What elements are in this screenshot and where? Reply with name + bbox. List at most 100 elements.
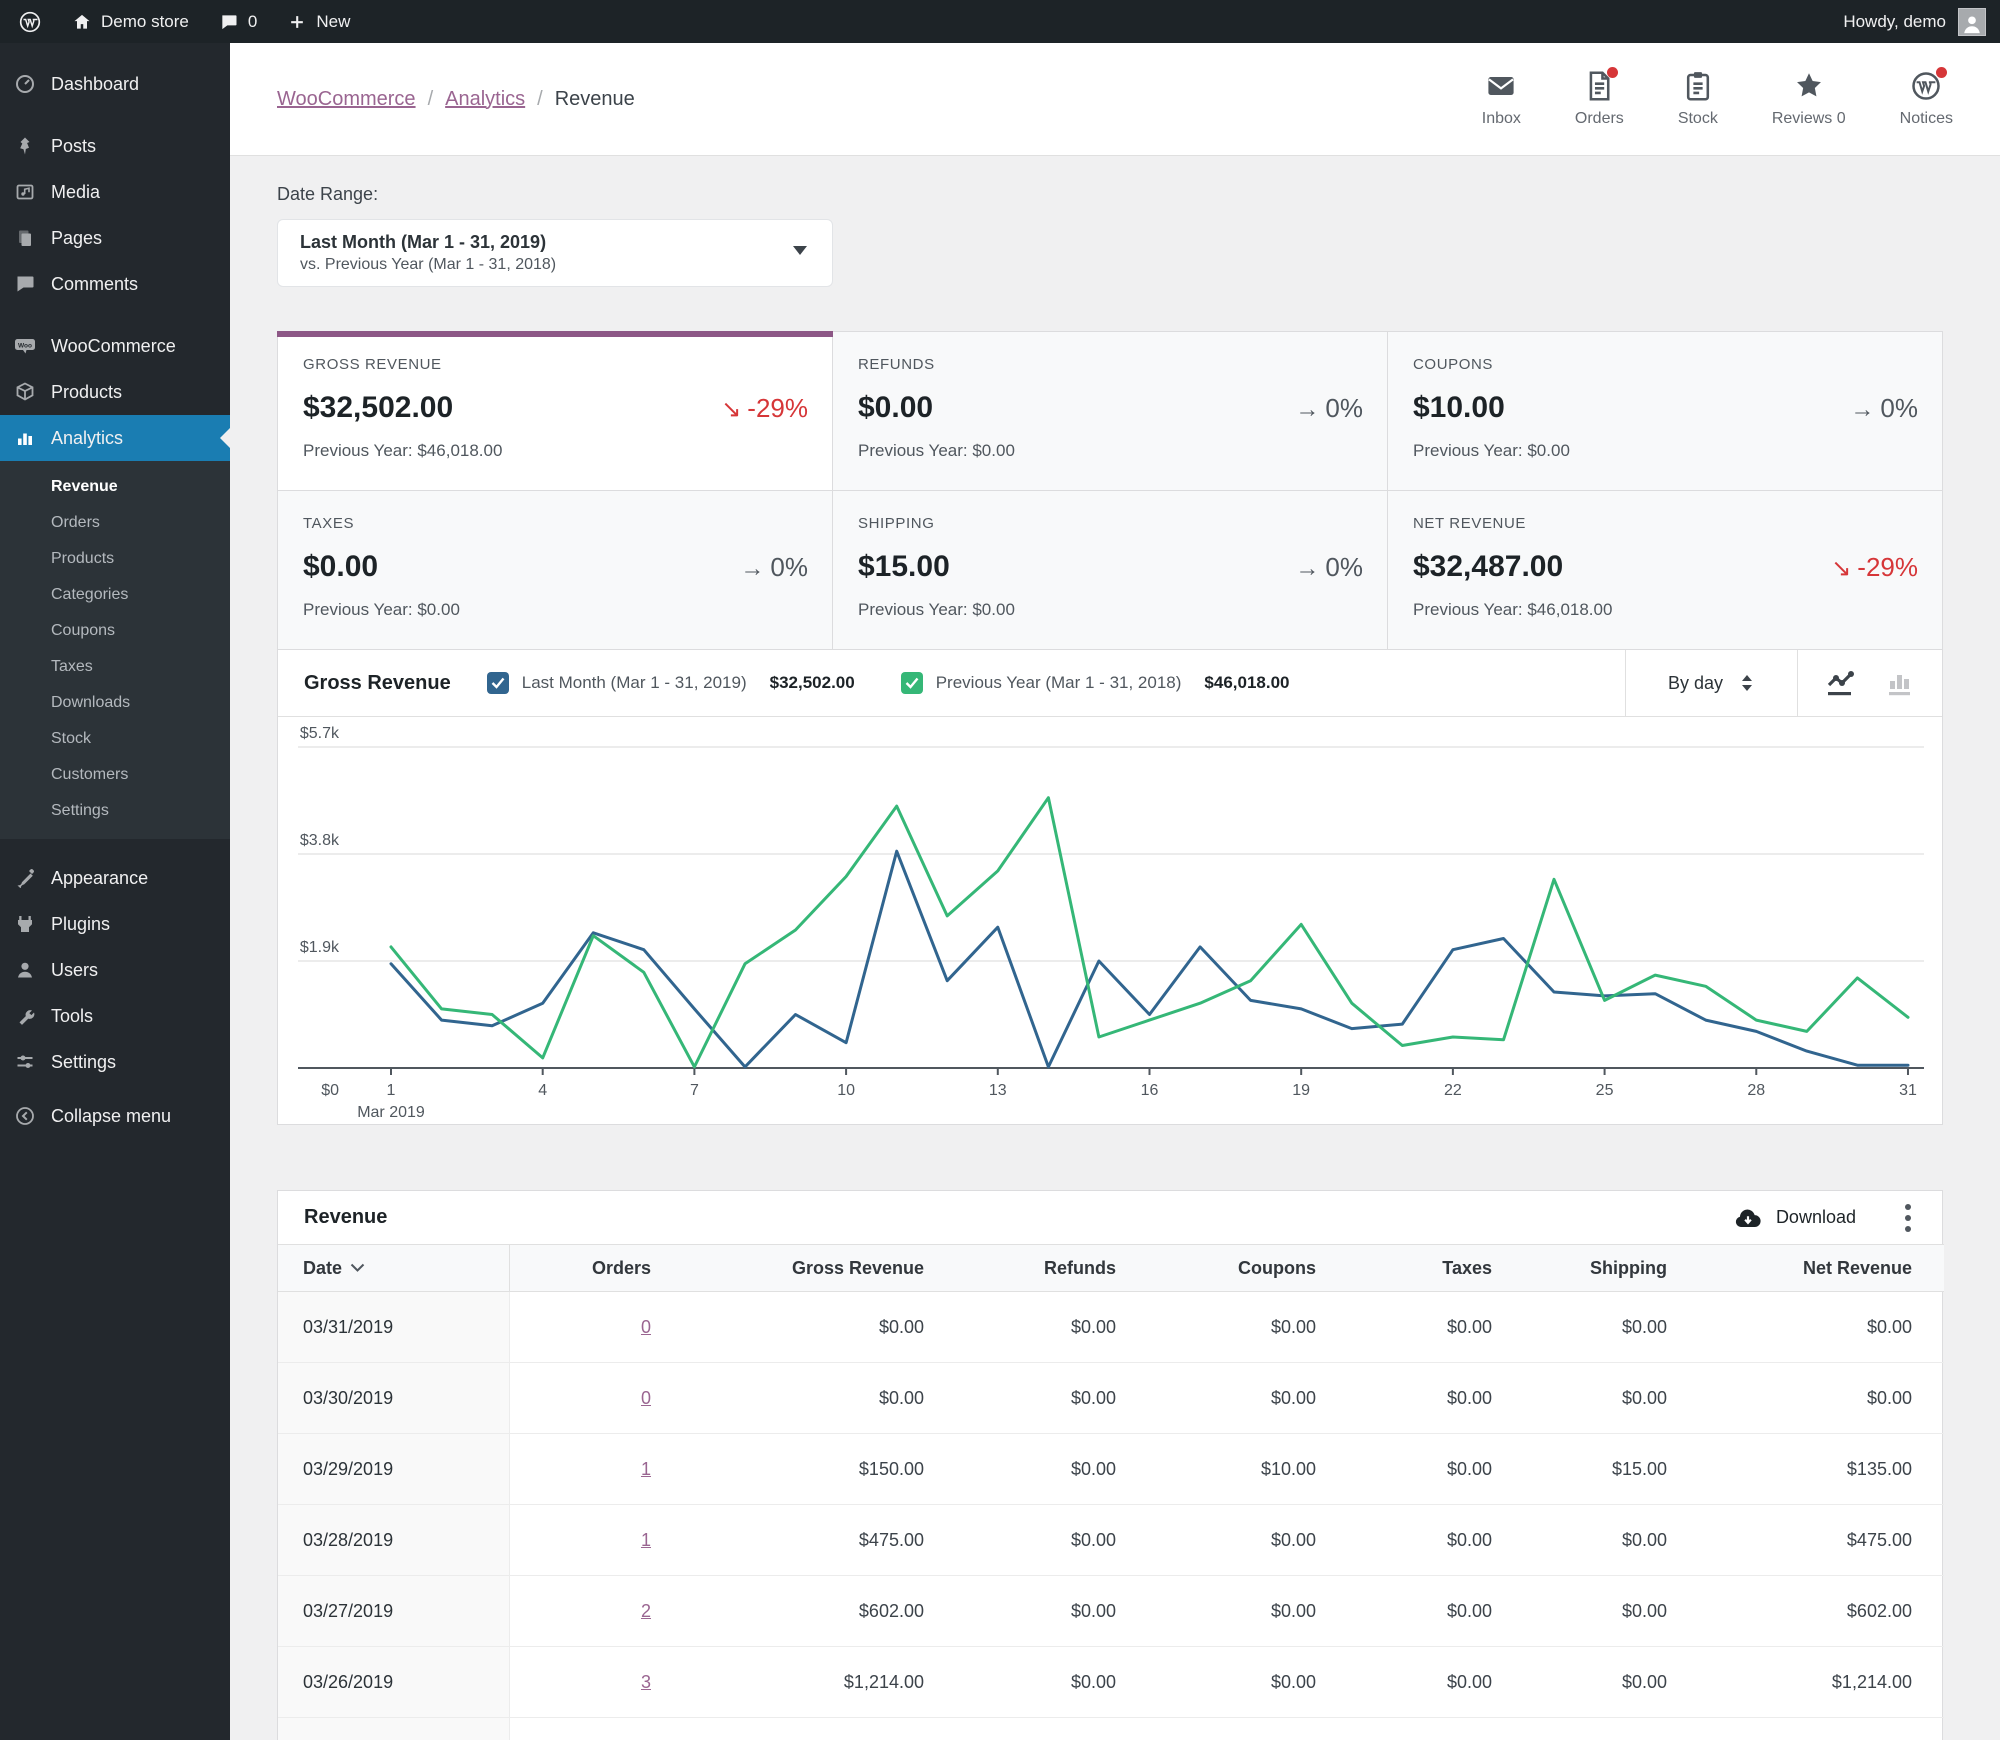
breadcrumb-analytics[interactable]: Analytics xyxy=(445,88,525,111)
orders-link[interactable]: 2 xyxy=(641,1601,651,1621)
legend-item[interactable]: Last Month (Mar 1 - 31, 2019) $32,502.00 xyxy=(486,672,855,694)
summary-tile-taxes[interactable]: TAXES $0.00 → 0% Previous Year: $0.00 xyxy=(278,491,833,650)
summary-tile-coupons[interactable]: COUPONS $10.00 → 0% Previous Year: $0.00 xyxy=(1388,332,1943,491)
submenu-item-settings[interactable]: Settings xyxy=(0,793,230,829)
new-content-menu[interactable]: New xyxy=(287,12,350,32)
activity-notices[interactable]: Notices xyxy=(1873,66,1980,128)
sidebar-item-appearance[interactable]: Appearance xyxy=(0,855,230,901)
interval-select[interactable]: By day xyxy=(1624,650,1797,716)
sidebar-item-posts[interactable]: Posts xyxy=(0,123,230,169)
column-header-refunds[interactable]: Refunds xyxy=(956,1244,1148,1292)
sidebar-item-plugins[interactable]: Plugins xyxy=(0,901,230,947)
breadcrumb-woocommerce[interactable]: WooCommerce xyxy=(277,88,416,111)
svg-text:$1.9k: $1.9k xyxy=(300,939,340,956)
sidebar-item-dashboard[interactable]: Dashboard xyxy=(0,61,230,107)
column-header-gross-revenue[interactable]: Gross Revenue xyxy=(683,1244,956,1292)
column-header-orders[interactable]: Orders xyxy=(509,1244,683,1292)
menu-separator xyxy=(0,107,230,123)
cell-money: $1,214.00 xyxy=(683,1646,956,1718)
kebab-menu-icon[interactable] xyxy=(1900,1199,1916,1237)
submenu-item-orders[interactable]: Orders xyxy=(0,505,230,541)
submenu-item-products[interactable]: Products xyxy=(0,541,230,577)
sidebar-item-settings[interactable]: Settings xyxy=(0,1039,230,1085)
cell-date: 03/31/2019 xyxy=(278,1291,510,1363)
summary-tile-refunds[interactable]: REFUNDS $0.00 → 0% Previous Year: $0.00 xyxy=(833,332,1388,491)
wp-admin-sidebar: Dashboard Posts Media Pages Comments Woo WooCo… xyxy=(0,43,230,1740)
sidebar-item-label: Settings xyxy=(51,1051,117,1072)
sidebar-item-collapse-menu[interactable]: Collapse menu xyxy=(0,1093,230,1139)
sidebar-item-comments[interactable]: Comments xyxy=(0,261,230,307)
cell-money: $0.00 xyxy=(1148,1575,1348,1647)
date-range-dropdown[interactable]: Last Month (Mar 1 - 31, 2019) vs. Previo… xyxy=(277,219,833,287)
svg-text:19: 19 xyxy=(1292,1082,1310,1099)
sidebar-item-analytics[interactable]: Analytics xyxy=(0,415,230,461)
download-button[interactable]: Download xyxy=(1733,1206,1856,1230)
svg-text:$0: $0 xyxy=(321,1082,339,1099)
column-header-taxes[interactable]: Taxes xyxy=(1348,1244,1524,1292)
submenu-item-coupons[interactable]: Coupons xyxy=(0,613,230,649)
summary-tile-gross-revenue[interactable]: GROSS REVENUE $32,502.00 ↘ -29% Previous Yea… xyxy=(277,331,833,491)
submenu-item-categories[interactable]: Categories xyxy=(0,577,230,613)
tile-value: $15.00 xyxy=(858,550,950,583)
orders-link[interactable]: 1 xyxy=(641,1530,651,1550)
wordpress-logo-icon[interactable] xyxy=(18,10,42,34)
comments-bubble-menu[interactable]: 0 xyxy=(219,12,257,32)
submenu-item-stock[interactable]: Stock xyxy=(0,721,230,757)
sidebar-item-tools[interactable]: Tools xyxy=(0,993,230,1039)
table-row-partial xyxy=(278,1717,1944,1740)
table-body: 03/31/2019 0 $0.00 $0.00 $0.00 $0.00 $0.00 $0.0… xyxy=(278,1291,1944,1740)
sort-caret-icon xyxy=(350,1257,365,1277)
sidebar-item-products[interactable]: Products xyxy=(0,369,230,415)
orders-link[interactable]: 3 xyxy=(641,1672,651,1692)
activity-orders[interactable]: Orders xyxy=(1548,66,1651,128)
cell-money: $0.00 xyxy=(1148,1362,1348,1434)
settings-icon xyxy=(14,1051,36,1073)
sidebar-item-woocommerce[interactable]: Woo WooCommerce xyxy=(0,323,230,369)
submenu-item-revenue[interactable]: Revenue xyxy=(0,469,230,505)
svg-text:16: 16 xyxy=(1141,1082,1159,1099)
pages-icon xyxy=(14,227,36,249)
tile-previous-value: Previous Year: $0.00 xyxy=(858,441,1015,460)
inbox-icon xyxy=(1486,71,1516,101)
legend-item[interactable]: Previous Year (Mar 1 - 31, 2018) $46,018.… xyxy=(900,672,1290,694)
orders-icon xyxy=(1586,66,1619,101)
sidebar-item-media[interactable]: Media xyxy=(0,169,230,215)
submenu-item-downloads[interactable]: Downloads xyxy=(0,685,230,721)
orders-link[interactable]: 0 xyxy=(641,1388,651,1408)
tile-value: $32,487.00 xyxy=(1413,550,1564,583)
orders-link[interactable]: 1 xyxy=(641,1459,651,1479)
cell-date: 03/26/2019 xyxy=(278,1646,510,1718)
column-header-net-revenue[interactable]: Net Revenue xyxy=(1699,1244,1944,1292)
column-header-shipping[interactable]: Shipping xyxy=(1524,1244,1699,1292)
avatar[interactable] xyxy=(1958,7,1986,36)
submenu-item-customers[interactable]: Customers xyxy=(0,757,230,793)
column-header-coupons[interactable]: Coupons xyxy=(1148,1244,1348,1292)
summary-tiles: GROSS REVENUE $32,502.00 ↘ -29% Previous Yea… xyxy=(277,331,1943,650)
activity-inbox[interactable]: Inbox xyxy=(1455,71,1548,128)
svg-text:$5.7k: $5.7k xyxy=(300,725,340,742)
svg-text:28: 28 xyxy=(1747,1082,1765,1099)
tile-label: SHIPPING xyxy=(858,515,935,532)
summary-tile-shipping[interactable]: SHIPPING $15.00 → 0% Previous Year: $0.00 xyxy=(833,491,1388,650)
activity-stock[interactable]: Stock xyxy=(1651,71,1745,128)
tools-icon xyxy=(14,1005,36,1027)
column-header-date[interactable]: Date xyxy=(278,1244,510,1292)
sidebar-item-label: Pages xyxy=(51,227,103,248)
sidebar-item-pages[interactable]: Pages xyxy=(0,215,230,261)
activity-reviews-[interactable]: Reviews 0 xyxy=(1745,71,1873,128)
line-chart-icon[interactable] xyxy=(1824,669,1858,697)
svg-text:4: 4 xyxy=(538,1082,547,1099)
tile-value: $32,502.00 xyxy=(303,391,454,424)
submenu-item-taxes[interactable]: Taxes xyxy=(0,649,230,685)
cell-money: $0.00 xyxy=(1148,1291,1348,1363)
summary-tile-net-revenue[interactable]: NET REVENUE $32,487.00 ↘ -29% Previous Year:… xyxy=(1388,491,1943,650)
cell-money: $475.00 xyxy=(683,1504,956,1576)
tile-trend: ↘ -29% xyxy=(1831,552,1918,582)
howdy-text[interactable]: Howdy, demo xyxy=(1843,12,1946,32)
orders-link[interactable]: 0 xyxy=(641,1317,651,1337)
site-name-menu[interactable]: Demo store xyxy=(72,12,189,32)
cell-money: $0.00 xyxy=(1348,1504,1524,1576)
bar-chart-icon[interactable] xyxy=(1886,669,1916,697)
sidebar-item-users[interactable]: Users xyxy=(0,947,230,993)
cell-money: $0.00 xyxy=(1524,1504,1699,1576)
